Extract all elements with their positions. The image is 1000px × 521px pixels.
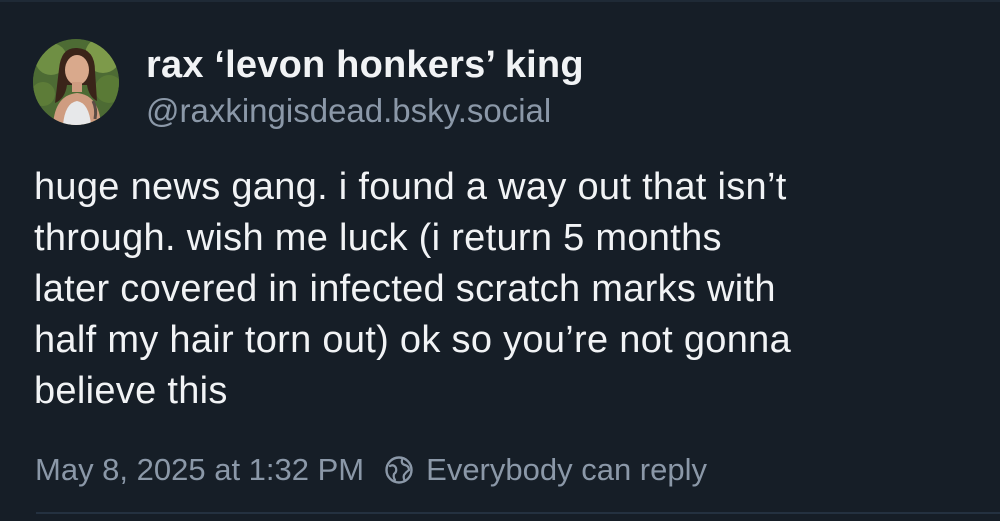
author-handle[interactable]: @raxkingisdead.bsky.social [146, 92, 551, 130]
bottom-divider [36, 512, 1000, 514]
globe-icon [384, 455, 414, 485]
post-text: huge news gang. i found a way out that i… [34, 166, 792, 412]
reply-setting-label: Everybody can reply [426, 452, 708, 487]
avatar[interactable] [33, 39, 119, 125]
profile-photo-icon [33, 39, 119, 125]
post-card: rax ‘levon honkers’ king @raxkingisdead.… [0, 0, 1000, 521]
post-meta: May 8, 2025 at 1:32 PM Everybody can rep… [35, 452, 707, 488]
reply-setting[interactable]: Everybody can reply [384, 452, 707, 488]
top-divider [0, 0, 1000, 2]
post-timestamp[interactable]: May 8, 2025 at 1:32 PM [35, 452, 364, 488]
author-display-name[interactable]: rax ‘levon honkers’ king [146, 44, 584, 87]
